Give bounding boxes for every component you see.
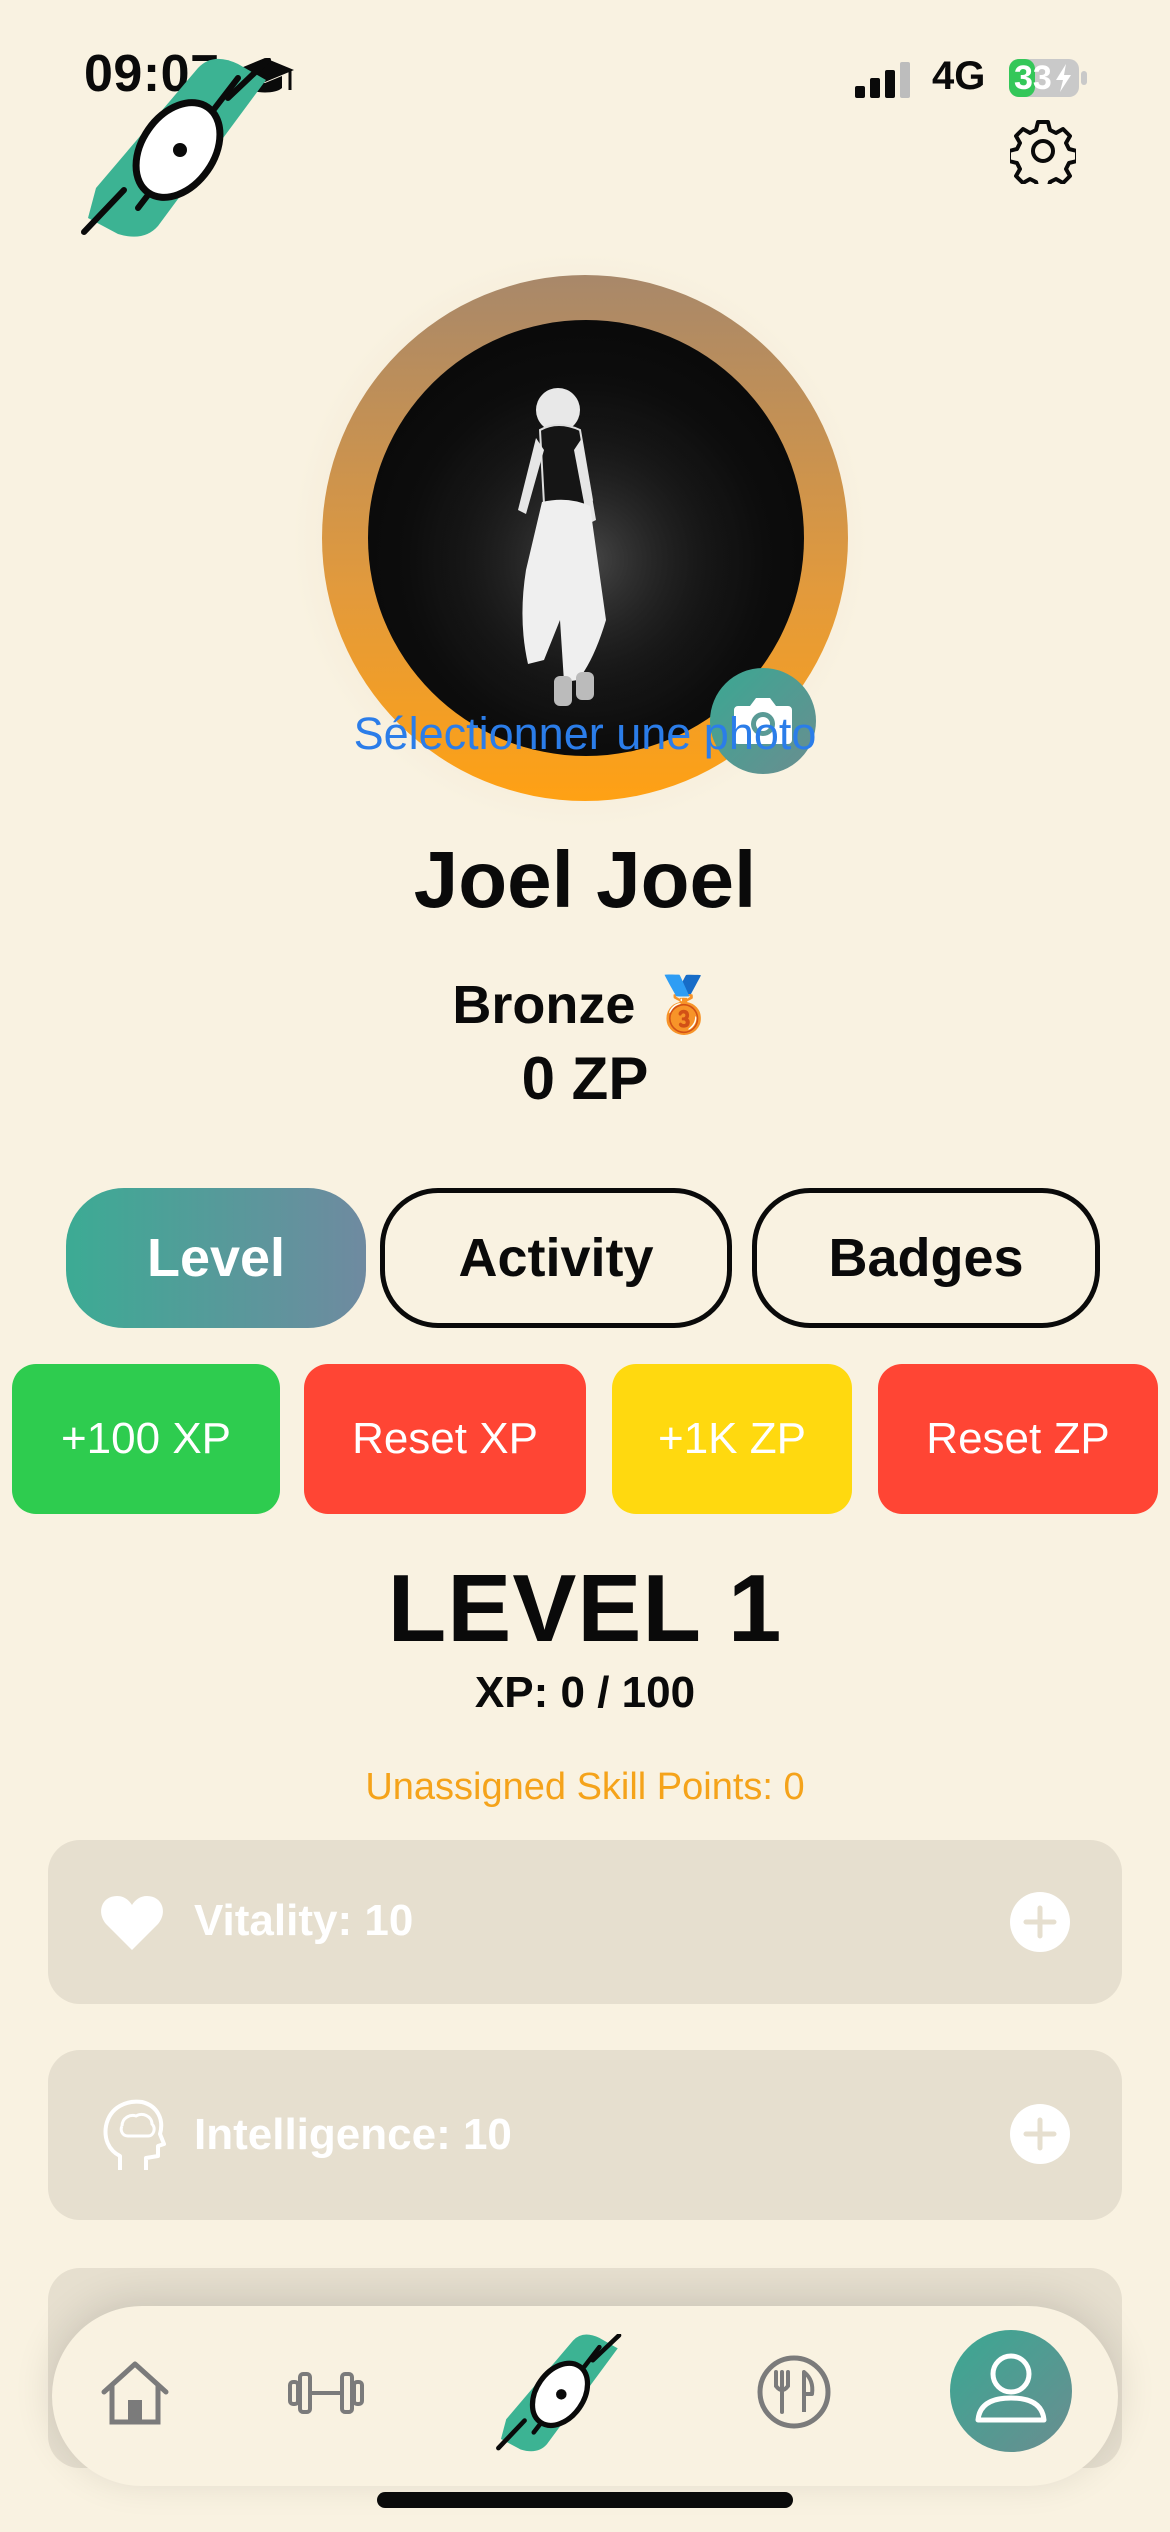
select-photo-link[interactable]: Sélectionner une photo xyxy=(0,708,1170,760)
add-intelligence-button[interactable] xyxy=(1010,2104,1070,2164)
stat-card-intelligence: Intelligence: 10 xyxy=(48,2050,1122,2220)
home-indicator[interactable] xyxy=(377,2492,793,2508)
plus-icon xyxy=(1023,1905,1057,1939)
dumbbell-icon[interactable] xyxy=(288,2370,364,2416)
zp-total: 0 ZP xyxy=(521,1045,649,1112)
add-xp-button[interactable]: +100 XP xyxy=(12,1364,280,1514)
profile-tab-button[interactable] xyxy=(950,2330,1072,2452)
battery-icon: 33 xyxy=(1008,58,1088,98)
home-icon[interactable] xyxy=(98,2358,172,2428)
cellular-signal-icon xyxy=(855,62,910,98)
rank-label: Bronze xyxy=(452,975,636,1035)
network-type: 4G xyxy=(932,54,986,98)
add-zp-button[interactable]: +1K ZP xyxy=(612,1364,852,1514)
user-name: Joel Joel xyxy=(413,835,757,924)
add-vitality-button[interactable] xyxy=(1010,1892,1070,1952)
rank-row: Bronze 🥉 xyxy=(0,974,1170,1037)
tab-level[interactable]: Level xyxy=(66,1188,366,1328)
restaurant-icon[interactable] xyxy=(756,2354,832,2430)
stat-label-vitality: Vitality: 10 xyxy=(194,1896,414,1945)
plus-icon xyxy=(1023,2117,1057,2151)
heart-icon xyxy=(101,1896,163,1950)
bronze-medal-icon: 🥉 xyxy=(650,975,718,1035)
profile-icon xyxy=(975,2353,1047,2423)
brain-head-icon xyxy=(103,2099,166,2170)
reset-zp-button[interactable]: Reset ZP xyxy=(878,1364,1158,1514)
unassigned-skill-points: Unassigned Skill Points: 0 xyxy=(365,1766,805,1808)
gear-icon[interactable] xyxy=(1010,118,1076,184)
app-logo-nav-icon[interactable] xyxy=(494,2334,626,2456)
xp-progress: XP: 0 / 100 xyxy=(474,1668,696,1717)
stat-card-vitality: Vitality: 10 xyxy=(48,1840,1122,2004)
tab-activity[interactable]: Activity xyxy=(380,1188,732,1328)
reset-xp-button[interactable]: Reset XP xyxy=(304,1364,586,1514)
tab-badges[interactable]: Badges xyxy=(752,1188,1100,1328)
battery-level: 33 xyxy=(1014,59,1052,97)
stat-label-intelligence: Intelligence: 10 xyxy=(194,2110,512,2159)
level-title: LEVEL 1 xyxy=(387,1555,783,1662)
app-logo-icon[interactable] xyxy=(78,58,278,244)
